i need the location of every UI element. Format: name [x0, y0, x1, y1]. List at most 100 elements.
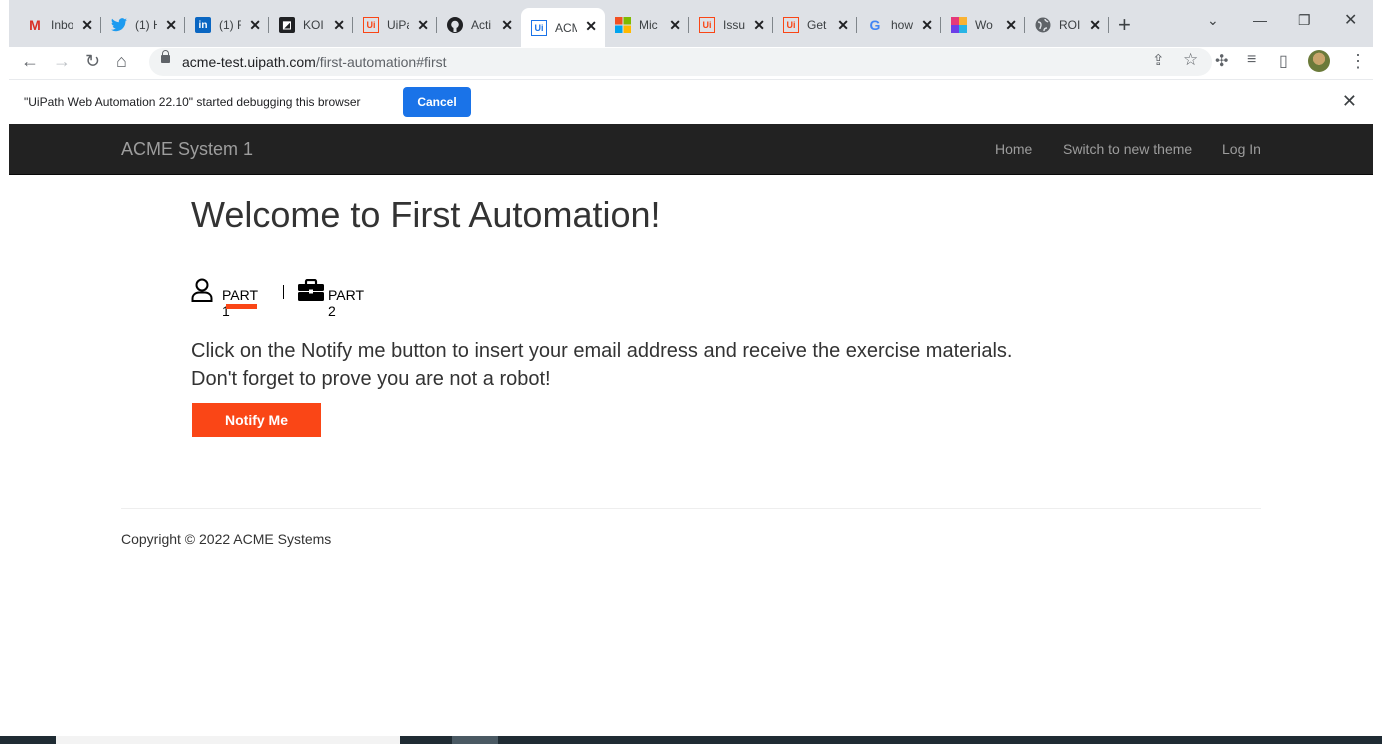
close-tab-icon[interactable]: ✕ — [249, 17, 261, 34]
url-host: acme-test.uipath.com — [182, 54, 316, 70]
forward-icon[interactable]: → — [53, 51, 71, 72]
tab-gmail[interactable]: M Inbox ✕ — [17, 10, 101, 40]
tab-divider — [283, 285, 284, 299]
tab-title: Mic — [639, 18, 658, 32]
debug-infobar: "UiPath Web Automation 22.10" started de… — [9, 79, 1373, 124]
close-tab-icon[interactable]: ✕ — [837, 17, 849, 34]
browser-toolbar: ← → ↻ ⌂ acme-test.uipath.com/first-autom… — [9, 47, 1373, 79]
tab-uipath-get[interactable]: Ui Get ✕ — [773, 10, 857, 40]
nav-switch-theme-link[interactable]: Switch to new theme — [1063, 141, 1192, 157]
close-tab-icon[interactable]: ✕ — [501, 17, 513, 34]
google-icon: G — [869, 17, 881, 33]
briefcase-icon — [298, 278, 324, 301]
twitter-icon — [111, 17, 127, 33]
new-tab-icon[interactable]: + — [1118, 12, 1131, 38]
close-tab-icon[interactable]: ✕ — [333, 17, 345, 34]
menu-kebab-icon[interactable]: ⋮ — [1349, 51, 1367, 72]
infobar-message: "UiPath Web Automation 22.10" started de… — [24, 95, 361, 109]
profile-avatar[interactable] — [1308, 50, 1330, 72]
windows-icon — [951, 17, 967, 33]
tab-title: UiPa — [387, 18, 409, 32]
close-infobar-icon[interactable]: ✕ — [1342, 91, 1357, 112]
tab-uipath-issues[interactable]: Ui Issu ✕ — [689, 10, 773, 40]
tab-google[interactable]: G how ✕ — [857, 10, 941, 40]
footer-divider — [121, 508, 1261, 509]
instructions: Click on the Notify me button to insert … — [191, 337, 1012, 393]
url-text[interactable]: acme-test.uipath.com/first-automation#fi… — [182, 54, 447, 70]
tab-search-icon[interactable]: ⌄ — [1207, 12, 1219, 29]
tab-twitter[interactable]: (1) H ✕ — [101, 10, 185, 40]
tab-title: KOI — [303, 18, 324, 32]
instruction-line-2: Don't forget to prove you are not a robo… — [191, 368, 551, 390]
github-icon — [447, 17, 463, 33]
tab-windows[interactable]: Wo ✕ — [941, 10, 1025, 40]
microsoft-icon — [615, 17, 631, 33]
tab-notion[interactable]: ◩ KOI ✕ — [269, 10, 353, 40]
close-tab-icon[interactable]: ✕ — [81, 17, 93, 34]
cancel-debug-button[interactable]: Cancel — [403, 87, 471, 117]
tab-title: ACM — [555, 20, 577, 35]
close-window-icon[interactable]: ✕ — [1344, 10, 1357, 30]
restore-icon[interactable]: ❐ — [1298, 12, 1311, 29]
uipath-icon: Ui — [531, 19, 547, 36]
uipath-icon: Ui — [363, 17, 379, 33]
site-navbar: ACME System 1 Home Switch to new theme L… — [9, 124, 1373, 175]
notion-icon: ◩ — [279, 17, 295, 33]
close-tab-icon[interactable]: ✕ — [585, 18, 597, 35]
user-icon — [191, 278, 213, 302]
reload-icon[interactable]: ↻ — [85, 51, 100, 72]
extensions-icon[interactable]: ✣ — [1215, 51, 1228, 71]
close-tab-icon[interactable]: ✕ — [669, 17, 681, 34]
tab-uipath-1[interactable]: Ui UiPa ✕ — [353, 10, 437, 40]
close-tab-icon[interactable]: ✕ — [753, 17, 765, 34]
tab-strip: M Inbox ✕ (1) H ✕ in (1) F ✕ ◩ KOI ✕ Ui … — [9, 0, 1373, 47]
media-icon[interactable]: ≡ — [1247, 51, 1256, 69]
back-icon[interactable]: ← — [21, 51, 39, 72]
address-bar[interactable]: acme-test.uipath.com/first-automation#fi… — [149, 48, 1212, 76]
side-panel-icon[interactable]: ▯ — [1279, 51, 1288, 71]
nav-login-link[interactable]: Log In — [1222, 141, 1261, 157]
part2-tab[interactable]: PART 2 — [328, 287, 364, 319]
uipath-icon: Ui — [699, 17, 715, 33]
active-tab-indicator — [226, 304, 257, 309]
copyright-footer: Copyright © 2022 ACME Systems — [121, 531, 332, 547]
tab-roi[interactable]: ROI ✕ — [1025, 10, 1109, 40]
close-tab-icon[interactable]: ✕ — [1005, 17, 1017, 34]
home-icon[interactable]: ⌂ — [116, 51, 127, 72]
close-tab-icon[interactable]: ✕ — [165, 17, 177, 34]
tab-title: Acti — [471, 18, 492, 32]
tab-linkedin[interactable]: in (1) F ✕ — [185, 10, 269, 40]
url-path: /first-automation#first — [315, 54, 447, 70]
lock-icon[interactable] — [161, 50, 170, 63]
site-brand[interactable]: ACME System 1 — [121, 139, 253, 160]
tab-github[interactable]: Acti ✕ — [437, 10, 521, 40]
browser-window: M Inbox ✕ (1) H ✕ in (1) F ✕ ◩ KOI ✕ Ui … — [9, 0, 1373, 736]
taskbar-app-button[interactable] — [452, 736, 498, 744]
linkedin-icon: in — [195, 17, 211, 33]
tab-title: how — [891, 18, 913, 32]
close-tab-icon[interactable]: ✕ — [417, 17, 429, 34]
tab-title: ROI — [1059, 18, 1081, 32]
globe-icon — [1035, 17, 1051, 33]
tab-title: Issu — [723, 18, 745, 32]
close-tab-icon[interactable]: ✕ — [1089, 17, 1101, 34]
minimize-icon[interactable]: — — [1253, 12, 1267, 28]
os-taskbar — [0, 736, 1382, 744]
tab-title: (1) F — [219, 18, 241, 32]
instruction-line-1: Click on the Notify me button to insert … — [191, 340, 1013, 362]
tab-title: Get — [807, 18, 827, 32]
part1-tab[interactable]: PART 1 — [222, 287, 258, 319]
gmail-icon: M — [29, 17, 41, 33]
tab-title: Inbox — [51, 18, 73, 32]
tab-title: Wo — [975, 18, 993, 32]
share-icon[interactable]: ⇪ — [1152, 51, 1165, 69]
taskbar-search-box[interactable] — [56, 736, 400, 744]
tab-microsoft[interactable]: Mic ✕ — [605, 10, 689, 40]
nav-home-link[interactable]: Home — [995, 141, 1032, 157]
notify-me-button[interactable]: Notify Me — [192, 403, 321, 437]
bookmark-star-icon[interactable]: ☆ — [1183, 50, 1198, 70]
tab-acme-active[interactable]: Ui ACM ✕ — [521, 8, 605, 47]
uipath-icon: Ui — [783, 17, 799, 33]
page-title: Welcome to First Automation! — [191, 194, 661, 235]
close-tab-icon[interactable]: ✕ — [921, 17, 933, 34]
